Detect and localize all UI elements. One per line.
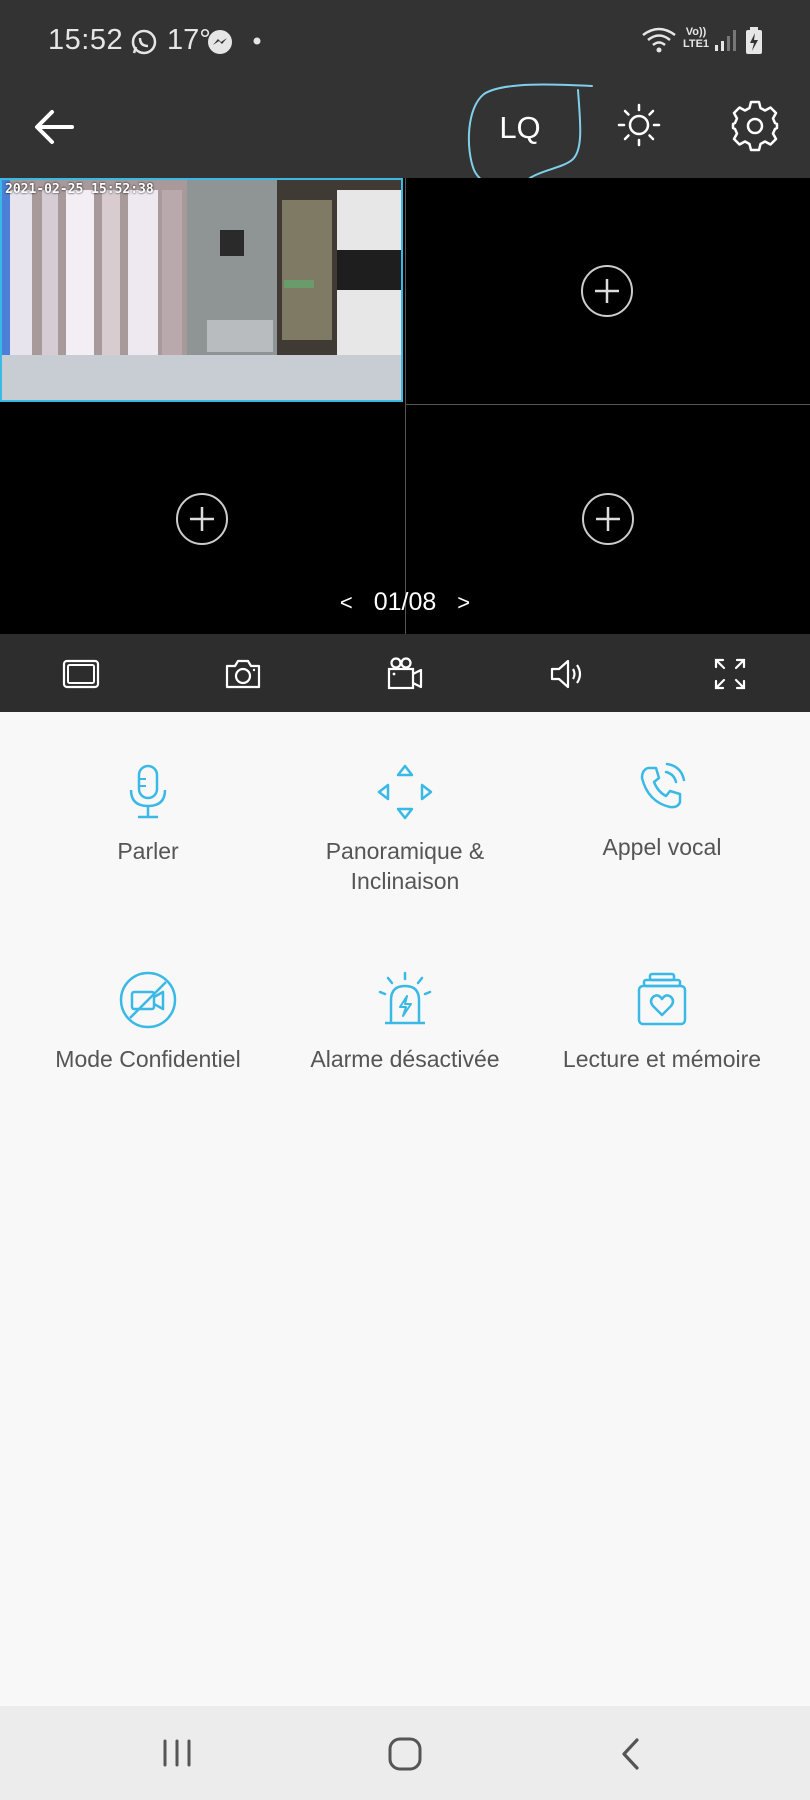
grid-divider-vertical (405, 178, 406, 634)
status-temperature: 17° (167, 24, 211, 56)
network-type-label: Vo)) LTE1 (682, 26, 710, 50)
video-toolbar (0, 634, 810, 712)
settings-gear-icon[interactable] (729, 100, 781, 152)
back-arrow-icon[interactable] (30, 102, 80, 152)
add-camera-icon[interactable] (580, 264, 634, 318)
system-navigation-bar (0, 1706, 810, 1800)
system-back-icon[interactable] (617, 1736, 645, 1772)
phone-call-icon (640, 762, 686, 809)
wifi-icon (642, 27, 676, 53)
messenger-icon (208, 30, 232, 54)
brightness-icon[interactable] (614, 100, 664, 150)
speaker-volume-icon[interactable] (548, 654, 588, 694)
whatsapp-icon (131, 29, 157, 55)
page-indicator: < 01/08 > (0, 588, 810, 617)
feature-label: Lecture et mémoire (562, 1046, 762, 1072)
signal-strength-icon (715, 30, 736, 51)
pan-tilt-icon (377, 764, 433, 820)
playback-memory-button[interactable]: Lecture et mémoire (527, 970, 797, 1074)
grid-divider-horizontal (405, 404, 810, 405)
home-icon[interactable] (387, 1736, 423, 1772)
previous-page-button[interactable]: < (340, 590, 353, 616)
recent-apps-icon[interactable] (160, 1738, 194, 1768)
add-camera-icon[interactable] (175, 492, 229, 546)
feature-label: Appel vocal (602, 834, 722, 860)
video-quality-button[interactable]: LQ (495, 110, 545, 146)
status-bar: 15:52 17° Vo)) LTE1 (0, 0, 810, 80)
feature-label: Mode Confidentiel (55, 1046, 241, 1072)
voice-call-button[interactable]: Appel vocal (527, 758, 797, 862)
privacy-mode-button[interactable]: Mode Confidentiel (13, 970, 283, 1074)
talk-button[interactable]: Parler (13, 762, 283, 866)
add-camera-icon[interactable] (581, 492, 635, 546)
app-bar: LQ (0, 80, 810, 189)
playback-memory-icon (637, 972, 687, 1026)
pan-tilt-button[interactable]: Panoramique & Inclinaison (270, 762, 540, 896)
camera-feed-1[interactable]: 2021-02-25 15:52:38 (0, 178, 403, 402)
camera-timestamp: 2021-02-25 15:52:38 (5, 182, 154, 197)
camera-feed-image (2, 180, 401, 400)
alarm-siren-icon (378, 971, 432, 1025)
record-video-icon[interactable] (385, 654, 425, 694)
notification-dot-icon (253, 37, 261, 45)
microphone-icon (129, 764, 167, 819)
next-page-button[interactable]: > (457, 590, 470, 616)
feature-label: Panoramique & Inclinaison (325, 838, 485, 894)
feature-label: Alarme désactivée (310, 1046, 500, 1072)
alarm-button[interactable]: Alarme désactivée (270, 970, 540, 1074)
battery-charging-icon (746, 27, 762, 54)
camera-grid: 2021-02-25 15:52:38 < 01/08 > (0, 178, 810, 634)
snapshot-camera-icon[interactable] (223, 654, 263, 694)
fullscreen-icon[interactable] (710, 654, 750, 694)
feature-label: Parler (117, 838, 179, 864)
single-view-icon[interactable] (61, 654, 101, 694)
page-number: 01/08 (373, 588, 437, 616)
privacy-camera-off-icon (119, 971, 177, 1029)
status-time: 15:52 (48, 24, 124, 56)
